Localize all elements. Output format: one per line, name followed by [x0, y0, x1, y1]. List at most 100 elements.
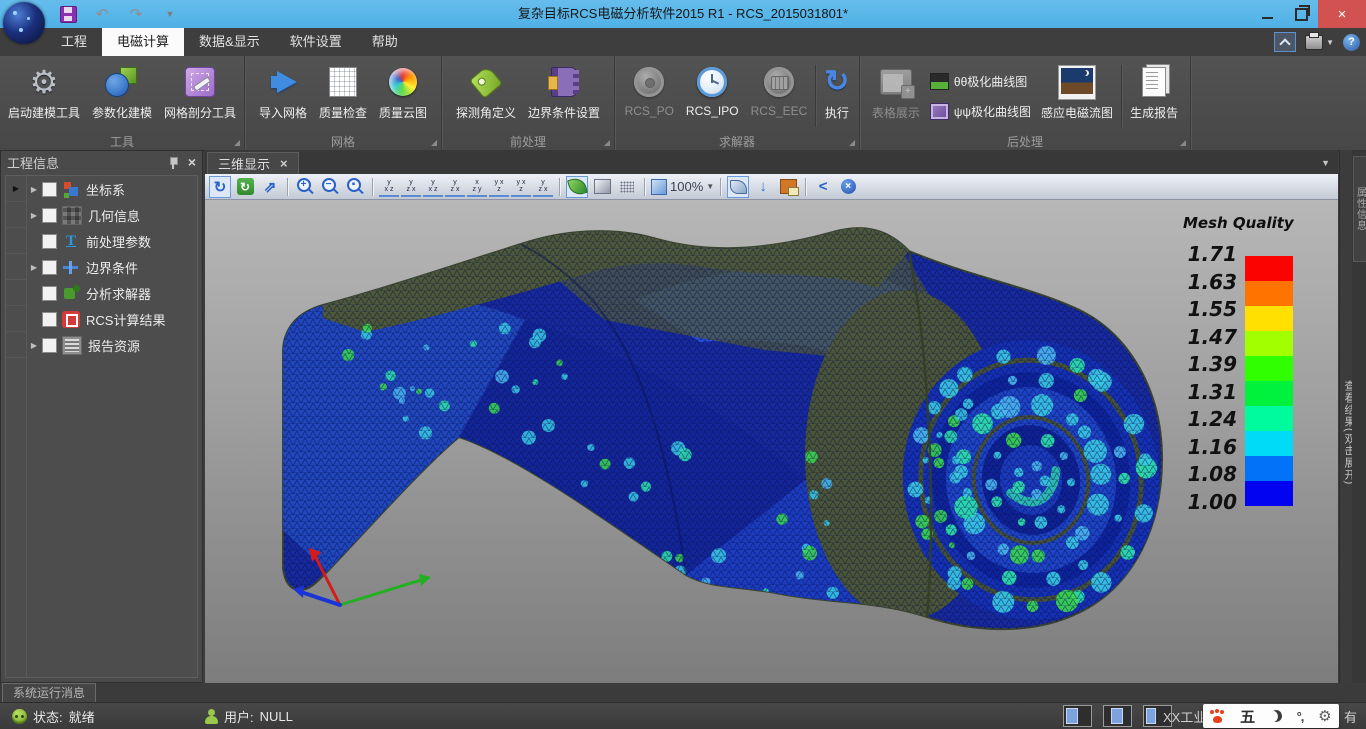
expander-icon[interactable]: ▶: [26, 185, 42, 194]
tree-checkbox[interactable]: [42, 312, 57, 327]
axis-view-button-1[interactable]: yz x: [401, 177, 421, 197]
zoom-fit-button[interactable]: ▪: [344, 176, 366, 198]
expander-icon[interactable]: ▶: [26, 211, 42, 220]
layout-center-button[interactable]: [1103, 705, 1132, 727]
shaded-view-button[interactable]: [566, 176, 588, 198]
ime-settings-button[interactable]: ⚙: [1318, 707, 1331, 725]
rcs-eec-button[interactable]: RCS_EEC: [745, 59, 814, 133]
tree-checkbox[interactable]: [42, 234, 57, 249]
import-mesh-button[interactable]: 导入网格: [253, 59, 313, 133]
expander-icon[interactable]: ▶: [26, 263, 42, 272]
tree-item-0[interactable]: ▶▶坐标系: [6, 176, 197, 202]
tree-checkbox[interactable]: [42, 286, 57, 301]
share-button[interactable]: <: [812, 176, 834, 198]
table-display-button[interactable]: 表格展示: [866, 59, 926, 133]
tree-item-3[interactable]: ▶边界条件: [6, 254, 197, 280]
tab-3d-display[interactable]: 三维显示 ×: [207, 152, 299, 174]
ime-punctuation-button[interactable]: °,: [1297, 709, 1304, 724]
restore-button[interactable]: [1284, 0, 1318, 28]
mesh-partition-tool-button[interactable]: 网格剖分工具: [158, 59, 242, 133]
app-logo[interactable]: [3, 2, 45, 44]
ribbon-tabs: 工程 电磁计算 数据&显示 软件设置 帮助: [46, 28, 413, 56]
tree-item-2[interactable]: T前处理参数: [6, 228, 197, 254]
psi-polarization-curve-button[interactable]: ψψ极化曲线图: [926, 96, 1035, 126]
tree-checkbox[interactable]: [42, 338, 57, 353]
axis-view-button-6[interactable]: y xz: [511, 177, 531, 197]
ime-mode-button[interactable]: 五: [1240, 706, 1255, 727]
axis-view-button-7[interactable]: yz x: [533, 177, 553, 197]
refresh-view-button[interactable]: ↻: [234, 176, 256, 198]
tree-item-1[interactable]: ▶几何信息: [6, 202, 197, 228]
copy-image-button[interactable]: [777, 176, 799, 198]
axis-view-button-4[interactable]: xz y: [467, 177, 487, 197]
result-icon: [62, 311, 80, 328]
legend-value: 1.31: [1177, 382, 1237, 402]
dialog-launcher[interactable]: [431, 140, 437, 146]
legend-value: 1.71: [1177, 244, 1237, 264]
minimize-button[interactable]: [1250, 0, 1284, 28]
tree-item-6[interactable]: ▶报告资源: [6, 332, 197, 358]
execute-button[interactable]: ↻ 执行: [818, 59, 855, 133]
shapes-icon: [105, 67, 139, 97]
tab-data-display[interactable]: 数据&显示: [184, 28, 275, 56]
rainbow-sphere-icon: [389, 68, 417, 96]
dialog-launcher[interactable]: [1180, 140, 1186, 146]
tab-help[interactable]: 帮助: [357, 28, 413, 56]
quality-contour-button[interactable]: 质量云图: [373, 59, 433, 133]
tree-checkbox[interactable]: [42, 182, 57, 197]
zoom-level-control[interactable]: 100% ▼: [651, 179, 714, 195]
tab-close-icon[interactable]: ×: [280, 156, 288, 171]
rcs-po-button[interactable]: RCS_PO: [619, 59, 680, 133]
launch-modeling-tool-button[interactable]: ⚙ 启动建模工具: [2, 59, 86, 133]
collapse-ribbon-button[interactable]: [1274, 32, 1296, 52]
axis-view-button-5[interactable]: y xz: [489, 177, 509, 197]
axis-view-button-3[interactable]: yz x: [445, 177, 465, 197]
dialog-launcher[interactable]: [604, 140, 610, 146]
probe-angle-button[interactable]: 探测角定义: [450, 59, 522, 133]
ribbon: ⚙ 启动建模工具 参数化建模 网格剖分工具 工具 导入网格 质量检查: [0, 56, 1366, 151]
tree-checkbox[interactable]: [42, 260, 57, 275]
moon-icon[interactable]: [1268, 708, 1283, 723]
zoom-in-button[interactable]: +: [294, 176, 316, 198]
expander-icon[interactable]: ▶: [26, 341, 42, 350]
generate-report-button[interactable]: 生成报告: [1124, 59, 1184, 133]
tree-checkbox[interactable]: [42, 208, 57, 223]
display-device-button[interactable]: ▼: [1305, 35, 1334, 50]
status-indicator: 状态: 就绪: [12, 703, 95, 729]
tree-item-4[interactable]: 分析求解器: [6, 280, 197, 306]
theta-polarization-curve-button[interactable]: θθ极化曲线图: [926, 66, 1035, 96]
tab-list-dropdown[interactable]: ▼: [1321, 158, 1330, 168]
panel-close-button[interactable]: ×: [188, 155, 196, 169]
induced-current-map-button[interactable]: 感应电磁流图: [1035, 59, 1119, 133]
results-collapsed-bar[interactable]: 查看结果(双击展开): [1339, 150, 1353, 683]
tree-item-5[interactable]: RCS计算结果: [6, 306, 197, 332]
tab-em-computation[interactable]: 电磁计算: [102, 28, 184, 56]
boundary-condition-button[interactable]: 边界条件设置: [522, 59, 606, 133]
dialog-launcher[interactable]: [849, 140, 855, 146]
axis-view-button-0[interactable]: yx z: [379, 177, 399, 197]
pan-button[interactable]: ⇗: [259, 176, 281, 198]
surface-view-button[interactable]: [591, 176, 613, 198]
parametric-modeling-button[interactable]: 参数化建模: [86, 59, 158, 133]
system-messages-tab[interactable]: 系统运行消息: [2, 683, 96, 702]
zoom-in-icon: +: [297, 178, 314, 195]
ime-logo-icon[interactable]: [1210, 710, 1225, 723]
property-info-tab[interactable]: 属性信息: [1353, 156, 1366, 262]
rcs-ipo-button[interactable]: RCS_IPO: [680, 59, 745, 133]
tab-project[interactable]: 工程: [46, 28, 102, 56]
layout-left-button[interactable]: [1063, 705, 1092, 727]
wireframe-view-button[interactable]: [616, 176, 638, 198]
close-button[interactable]: ×: [1318, 0, 1366, 28]
curved-surface-button[interactable]: [727, 176, 749, 198]
tab-software-settings[interactable]: 软件设置: [275, 28, 357, 56]
zoom-out-button[interactable]: −: [319, 176, 341, 198]
close-view-button[interactable]: ×: [837, 176, 859, 198]
viewport-canvas[interactable]: Mesh Quality 1.711.631.551.471.391.311.2…: [205, 200, 1338, 683]
dialog-launcher[interactable]: [234, 140, 240, 146]
quality-check-button[interactable]: 质量检查: [313, 59, 373, 133]
arrow-down-button[interactable]: ↓: [752, 176, 774, 198]
pin-icon[interactable]: [168, 156, 178, 168]
axis-view-button-2[interactable]: yx z: [423, 177, 443, 197]
rotate-button[interactable]: ↻: [209, 176, 231, 198]
help-button[interactable]: ?: [1343, 34, 1360, 51]
